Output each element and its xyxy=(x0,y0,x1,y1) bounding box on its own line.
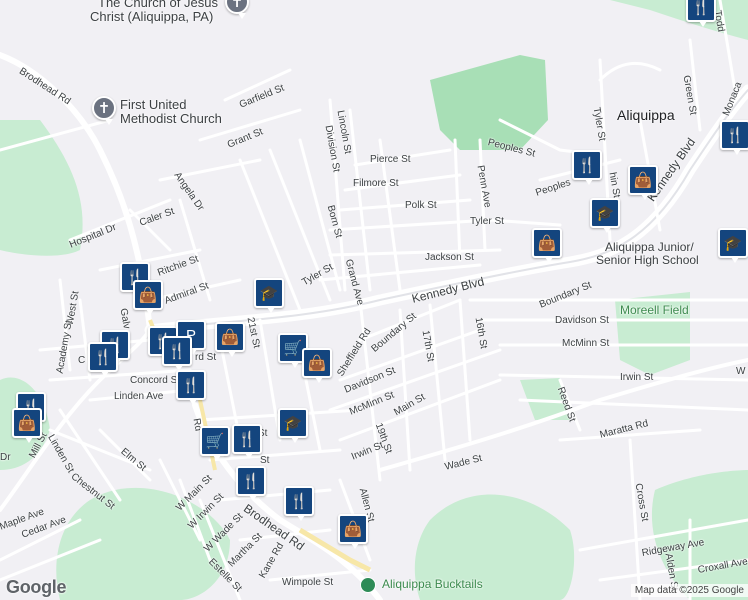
street-filmore: Filmore St xyxy=(353,178,399,189)
park-pin-icon[interactable] xyxy=(360,577,376,593)
street-polk: Polk St xyxy=(405,200,437,211)
shopping-bag-icon[interactable]: 👜 xyxy=(302,348,332,383)
shopping-bag-icon[interactable]: 👜 xyxy=(532,228,562,263)
street-pierce: Pierce St xyxy=(370,154,411,165)
map-base-layer xyxy=(0,0,748,600)
google-logo: Google xyxy=(6,577,67,597)
map-credit[interactable]: Map data ©2025 Google xyxy=(630,584,748,597)
street-mcminn-right: McMinn St xyxy=(562,338,610,349)
street-concord: Concord St xyxy=(130,375,181,386)
restaurant-icon[interactable]: 🍴 xyxy=(572,150,602,185)
street-linden-ave: Linden Ave xyxy=(114,391,164,402)
street-w-partial: W xyxy=(736,366,746,377)
church-icon[interactable]: ✝ xyxy=(92,96,116,125)
place-morell-field[interactable]: Moreell Field xyxy=(620,303,689,317)
street-jackson: Jackson St xyxy=(425,252,474,263)
shopping-bag-icon[interactable]: 👜 xyxy=(12,408,42,443)
school-icon[interactable]: 🎓 xyxy=(590,198,620,233)
restaurant-icon[interactable]: 🍴 xyxy=(686,0,716,27)
restaurant-icon[interactable]: 🍴 xyxy=(720,120,748,155)
place-church-jesus-line2[interactable]: Christ (Aliquippa, PA) xyxy=(90,9,213,24)
shopping-bag-icon[interactable]: 👜 xyxy=(133,280,163,315)
restaurant-icon[interactable]: 🍴 xyxy=(88,342,118,377)
restaurant-icon[interactable]: 🍴 xyxy=(232,424,262,459)
restaurant-icon[interactable]: 🍴 xyxy=(176,370,206,405)
place-school-line2[interactable]: Senior High School xyxy=(596,253,699,267)
place-bucktails[interactable]: Aliquippa Bucktails xyxy=(382,577,483,591)
street-dr-partial: Dr xyxy=(0,452,11,463)
restaurant-icon[interactable]: 🍴 xyxy=(236,466,266,501)
map-canvas[interactable]: The Church of Jesus Christ (Aliquippa, P… xyxy=(0,0,748,600)
street-irwin-right: Irwin St xyxy=(620,372,654,383)
street-c-partial: C xyxy=(78,355,86,366)
street-st-partial2: St xyxy=(260,455,270,466)
street-tyler-top: Tyler St xyxy=(470,216,504,227)
school-icon[interactable]: 🎓 xyxy=(718,228,748,263)
restaurant-icon[interactable]: 🍴 xyxy=(284,486,314,521)
shopping-bag-icon[interactable]: 👜 xyxy=(628,165,658,200)
grocery-cart-icon[interactable]: 🛒 xyxy=(200,426,230,461)
restaurant-icon[interactable]: 🍴 xyxy=(162,336,192,371)
shopping-bag-icon[interactable]: 👜 xyxy=(338,514,368,549)
street-ford-partial: rd St xyxy=(195,352,217,363)
school-icon[interactable]: 🎓 xyxy=(254,278,284,313)
place-methodist-line2[interactable]: Methodist Church xyxy=(120,111,222,126)
place-school-line1[interactable]: Aliquippa Junior/ xyxy=(605,240,694,254)
street-wimpole: Wimpole St xyxy=(282,577,334,588)
school-icon[interactable]: 🎓 xyxy=(278,408,308,443)
place-methodist-line1[interactable]: First United xyxy=(120,97,186,112)
shopping-bag-icon[interactable]: 👜 xyxy=(215,322,245,357)
street-davidson-right: Davidson St xyxy=(555,315,609,326)
town-label: Aliquippa xyxy=(617,107,675,123)
